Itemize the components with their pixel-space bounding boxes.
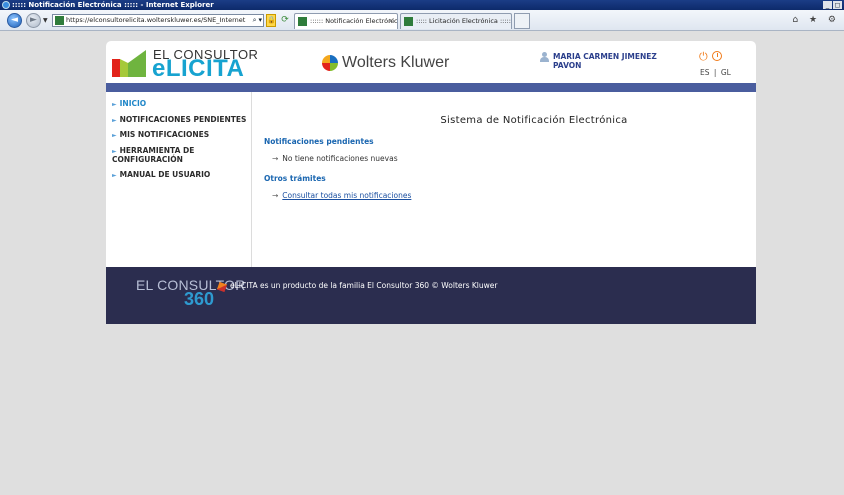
tab-label: :::::: Notificación Electrónic... [310,17,398,25]
maximize-button[interactable]: ◻ [833,1,842,9]
sidebar-item-notificaciones-pendientes[interactable]: ► NOTIFICACIONES PENDIENTES [106,115,251,126]
elicita-logo-icon [112,50,146,77]
clock-icon[interactable] [712,51,722,61]
logo-product: eLICITA [152,55,245,82]
arrow-icon: ► [112,132,117,139]
site-header: EL CONSULTOR eLICITA Wolters Kluwer MARI… [106,41,756,83]
sidebar-nav: ► INICIO ► NOTIFICACIONES PENDIENTES ► MIS … [106,92,252,267]
wolters-kluwer-logo-icon [322,55,338,71]
consultar-row: → Consultar todas mis notificaciones [272,191,411,200]
section-title-otros-tramites: Otros trámites [264,174,326,183]
internet-explorer-icon [2,1,10,9]
lang-es-link[interactable]: ES [700,68,710,77]
tab-notificacion[interactable]: :::::: Notificación Electrónic... × [294,13,398,29]
brand-name: Wolters Kluwer [342,54,450,71]
header-divider-bar [106,83,756,92]
no-notifications-text: No tiene notificaciones nuevas [282,154,398,163]
sidebar-item-inicio[interactable]: ► INICIO [106,99,251,110]
arrow-icon: ► [112,101,117,108]
arrow-icon: ► [112,171,117,179]
arrow-right-icon: → [272,191,279,200]
lock-icon[interactable]: 🔒 [266,14,276,27]
tab-licitacion[interactable]: ::::: Licitación Electrónica ::::: [400,13,512,29]
address-bar[interactable]: https://elconsultorelicita.wolterskluwer… [52,14,264,27]
lang-gl-link[interactable]: GL [721,68,731,77]
sidebar-item-herramienta-configuracion[interactable]: ► HERRAMIENTA DE CONFIGURACIÓN [106,146,251,165]
user-icon [540,52,549,62]
arrow-icon: ► [112,116,117,124]
browser-toolbar: ◄ ► ▼ https://elconsultorelicita.wolters… [0,10,844,31]
language-switcher: ES | GL [699,68,732,77]
page-title: Sistema de Notificación Electrónica [440,115,628,126]
footer-text: eLICITA es un producto de la familia El … [230,281,498,290]
main-content: Sistema de Notificación Electrónica Noti… [252,92,756,267]
consultar-notificaciones-link[interactable]: Consultar todas mis notificaciones [282,191,411,200]
window-title: ::::: Notificación Electrónica ::::: - I… [12,1,214,9]
site-footer: EL CONSULTOR 360 eLICITA es un producto … [106,267,756,324]
new-tab-button[interactable] [514,13,530,29]
lang-separator: | [713,68,717,77]
forward-button[interactable]: ► [26,13,41,28]
window-controls: _ ◻ [823,1,842,9]
back-button[interactable]: ◄ [7,13,22,28]
arrow-icon: ► [112,147,117,155]
browser-tools-icons[interactable]: ⌂ ★ ⚙ [792,15,840,25]
no-notifications-row: → No tiene notificaciones nuevas [272,154,398,163]
address-url: https://elconsultorelicita.wolterskluwer… [66,16,246,24]
address-dropdown-icon[interactable]: ▾ [258,16,262,25]
refresh-icon[interactable]: ⟳ [279,14,291,27]
minimize-button[interactable]: _ [823,1,832,9]
tab-label: ::::: Licitación Electrónica ::::: [416,17,511,25]
sidebar-item-mis-notificaciones[interactable]: ► MIS NOTIFICACIONES [106,130,251,141]
section-title-pendientes: Notificaciones pendientes [264,137,374,146]
search-icon[interactable]: ⌕ [253,16,257,25]
window-titlebar: ::::: Notificación Electrónica ::::: - I… [0,0,844,10]
close-tab-icon[interactable]: × [388,14,394,28]
tab-favicon-icon [404,17,413,26]
footer-logo-360: 360 [184,289,215,309]
tab-favicon-icon [298,17,307,26]
history-dropdown-icon[interactable]: ▼ [43,17,48,24]
arrow-right-icon: → [272,154,279,163]
site-favicon-icon [55,16,64,25]
user-name[interactable]: MARIA CARMEN JIMENEZ PAVON [553,52,683,70]
sidebar-item-manual-usuario[interactable]: ► MANUAL DE USUARIO [106,170,251,181]
logout-icon[interactable]: ⏻ [699,51,708,62]
